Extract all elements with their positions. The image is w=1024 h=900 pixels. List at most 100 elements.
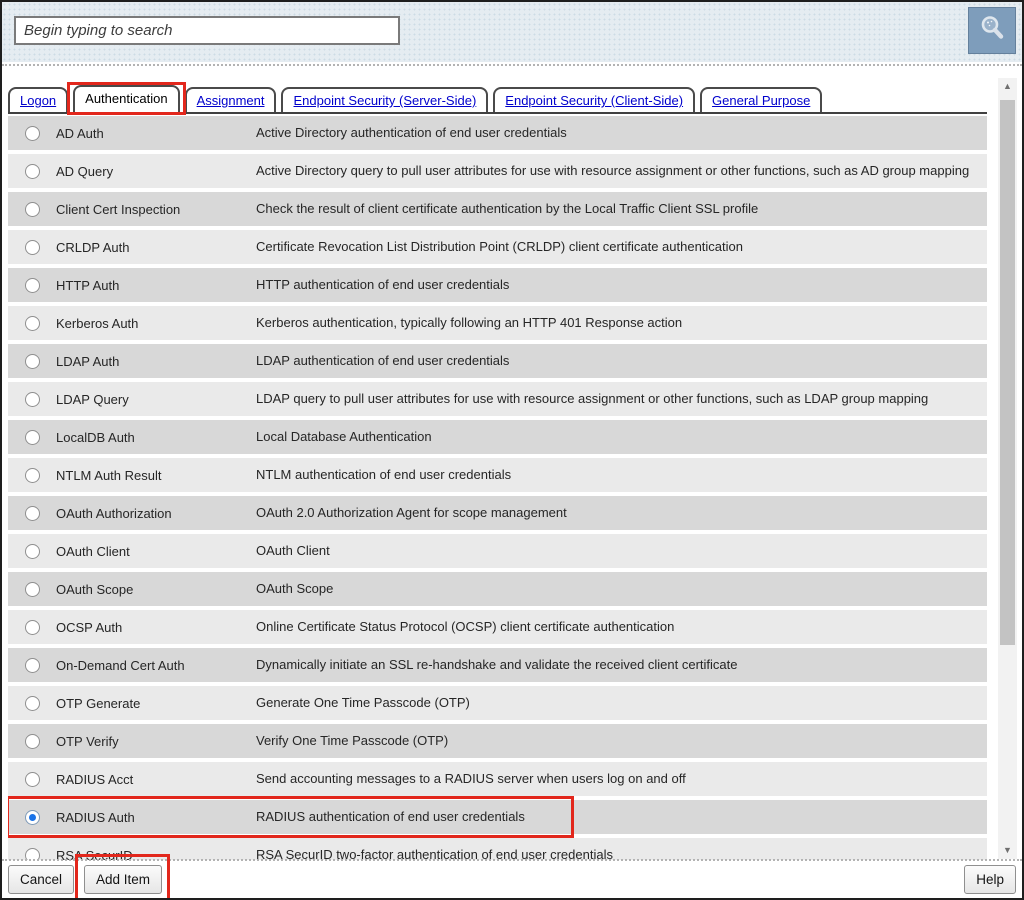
radio-button[interactable] — [25, 696, 40, 711]
radio-button[interactable] — [25, 354, 40, 369]
item-description: OAuth Scope — [256, 581, 987, 597]
radio-cell — [8, 202, 56, 217]
radio-button[interactable] — [25, 734, 40, 749]
help-button[interactable]: Help — [964, 865, 1016, 894]
radio-button[interactable] — [25, 240, 40, 255]
radio-button[interactable] — [25, 658, 40, 673]
tab-general-purpose[interactable]: General Purpose — [700, 87, 822, 112]
tab-logon-label: Logon — [20, 93, 56, 108]
list-item[interactable]: AD Query Active Directory query to pull … — [8, 154, 987, 188]
radio-button[interactable] — [25, 430, 40, 445]
scroll-up-arrow-icon[interactable]: ▲ — [998, 78, 1017, 95]
radio-button[interactable] — [25, 582, 40, 597]
tab-endpoint-security-client-side[interactable]: Endpoint Security (Client-Side) — [493, 87, 695, 112]
cancel-button[interactable]: Cancel — [8, 865, 74, 894]
search-button[interactable] — [968, 7, 1016, 54]
item-name: NTLM Auth Result — [56, 468, 256, 483]
search-input[interactable] — [14, 16, 400, 45]
radio-button[interactable] — [25, 126, 40, 141]
item-description: Active Directory authentication of end u… — [256, 125, 987, 141]
item-description: Kerberos authentication, typically follo… — [256, 315, 987, 331]
tab-endpoint-security-server-side[interactable]: Endpoint Security (Server-Side) — [281, 87, 488, 112]
category-tabbar: Logon Authentication Assignment Endpoint… — [8, 76, 987, 114]
item-name: AD Auth — [56, 126, 256, 141]
list-item[interactable]: Kerberos Auth Kerberos authentication, t… — [8, 306, 987, 340]
list-item[interactable]: RADIUS Auth RADIUS authentication of end… — [8, 800, 987, 834]
tab-authentication-label: Authentication — [85, 91, 167, 106]
item-description: Active Directory query to pull user attr… — [256, 163, 987, 179]
radio-cell — [8, 430, 56, 445]
list-item[interactable]: NTLM Auth Result NTLM authentication of … — [8, 458, 987, 492]
item-description: Local Database Authentication — [256, 429, 987, 445]
radio-button[interactable] — [25, 772, 40, 787]
vertical-scrollbar[interactable]: ▲ ▼ — [998, 78, 1017, 859]
list-item[interactable]: RSA SecurID RSA SecurID two-factor authe… — [8, 838, 987, 860]
list-item[interactable]: Client Cert Inspection Check the result … — [8, 192, 987, 226]
list-item[interactable]: On-Demand Cert Auth Dynamically initiate… — [8, 648, 987, 682]
radio-cell — [8, 164, 56, 179]
radio-cell — [8, 772, 56, 787]
radio-cell — [8, 734, 56, 749]
tab-authentication[interactable]: Authentication — [73, 85, 179, 114]
list-item[interactable]: RADIUS Acct Send accounting messages to … — [8, 762, 987, 796]
item-name: OCSP Auth — [56, 620, 256, 635]
radio-button[interactable] — [25, 278, 40, 293]
radio-button[interactable] — [25, 468, 40, 483]
radio-button[interactable] — [25, 810, 40, 825]
tab-assignment-label: Assignment — [197, 93, 265, 108]
list-item[interactable]: LDAP Auth LDAP authentication of end use… — [8, 344, 987, 378]
list-item[interactable]: LDAP Query LDAP query to pull user attri… — [8, 382, 987, 416]
list-item[interactable]: CRLDP Auth Certificate Revocation List D… — [8, 230, 987, 264]
radio-cell — [8, 506, 56, 521]
radio-button[interactable] — [25, 620, 40, 635]
radio-button[interactable] — [25, 202, 40, 217]
list-item[interactable]: LocalDB Auth Local Database Authenticati… — [8, 420, 987, 454]
item-name: OTP Verify — [56, 734, 256, 749]
item-description: OAuth 2.0 Authorization Agent for scope … — [256, 505, 987, 521]
tab-assignment[interactable]: Assignment — [185, 87, 277, 112]
radio-button[interactable] — [25, 544, 40, 559]
list-item[interactable]: OAuth Scope OAuth Scope — [8, 572, 987, 606]
radio-button[interactable] — [25, 316, 40, 331]
list-item[interactable]: AD Auth Active Directory authentication … — [8, 116, 987, 150]
item-description: Send accounting messages to a RADIUS ser… — [256, 771, 987, 787]
list-item[interactable]: OAuth Client OAuth Client — [8, 534, 987, 568]
radio-button[interactable] — [25, 506, 40, 521]
list-item[interactable]: HTTP Auth HTTP authentication of end use… — [8, 268, 987, 302]
tab-general-purpose-label: General Purpose — [712, 93, 810, 108]
item-name: AD Query — [56, 164, 256, 179]
list-item[interactable]: OTP Generate Generate One Time Passcode … — [8, 686, 987, 720]
radio-cell — [8, 278, 56, 293]
radio-cell — [8, 620, 56, 635]
item-description: Certificate Revocation List Distribution… — [256, 239, 987, 255]
tab-logon[interactable]: Logon — [8, 87, 68, 112]
list-item[interactable]: OTP Verify Verify One Time Passcode (OTP… — [8, 724, 987, 758]
tab-endpoint-security-client-side-label: Endpoint Security (Client-Side) — [505, 93, 683, 108]
item-name: OAuth Scope — [56, 582, 256, 597]
add-item-dialog: Logon Authentication Assignment Endpoint… — [0, 0, 1024, 900]
scroll-down-arrow-icon[interactable]: ▼ — [998, 842, 1017, 859]
radio-cell — [8, 316, 56, 331]
radio-cell — [8, 126, 56, 141]
item-name: OAuth Authorization — [56, 506, 256, 521]
list-item[interactable]: OAuth Authorization OAuth 2.0 Authorizat… — [8, 496, 987, 530]
header-separator — [2, 64, 1022, 66]
radio-button[interactable] — [25, 164, 40, 179]
radio-cell — [8, 544, 56, 559]
item-description: Check the result of client certificate a… — [256, 201, 987, 217]
item-name: Kerberos Auth — [56, 316, 256, 331]
item-description: Dynamically initiate an SSL re-handshake… — [256, 657, 987, 673]
radio-cell — [8, 696, 56, 711]
search-band — [2, 2, 1022, 62]
list-item[interactable]: OCSP Auth Online Certificate Status Prot… — [8, 610, 987, 644]
item-name: LocalDB Auth — [56, 430, 256, 445]
item-name: HTTP Auth — [56, 278, 256, 293]
scrollbar-thumb[interactable] — [1000, 100, 1015, 645]
add-item-wrap: Add Item — [84, 861, 162, 898]
add-item-button[interactable]: Add Item — [84, 865, 162, 894]
radio-button[interactable] — [25, 392, 40, 407]
item-description: NTLM authentication of end user credenti… — [256, 467, 987, 483]
radio-cell — [8, 810, 56, 825]
item-name: LDAP Query — [56, 392, 256, 407]
item-description: OAuth Client — [256, 543, 987, 559]
